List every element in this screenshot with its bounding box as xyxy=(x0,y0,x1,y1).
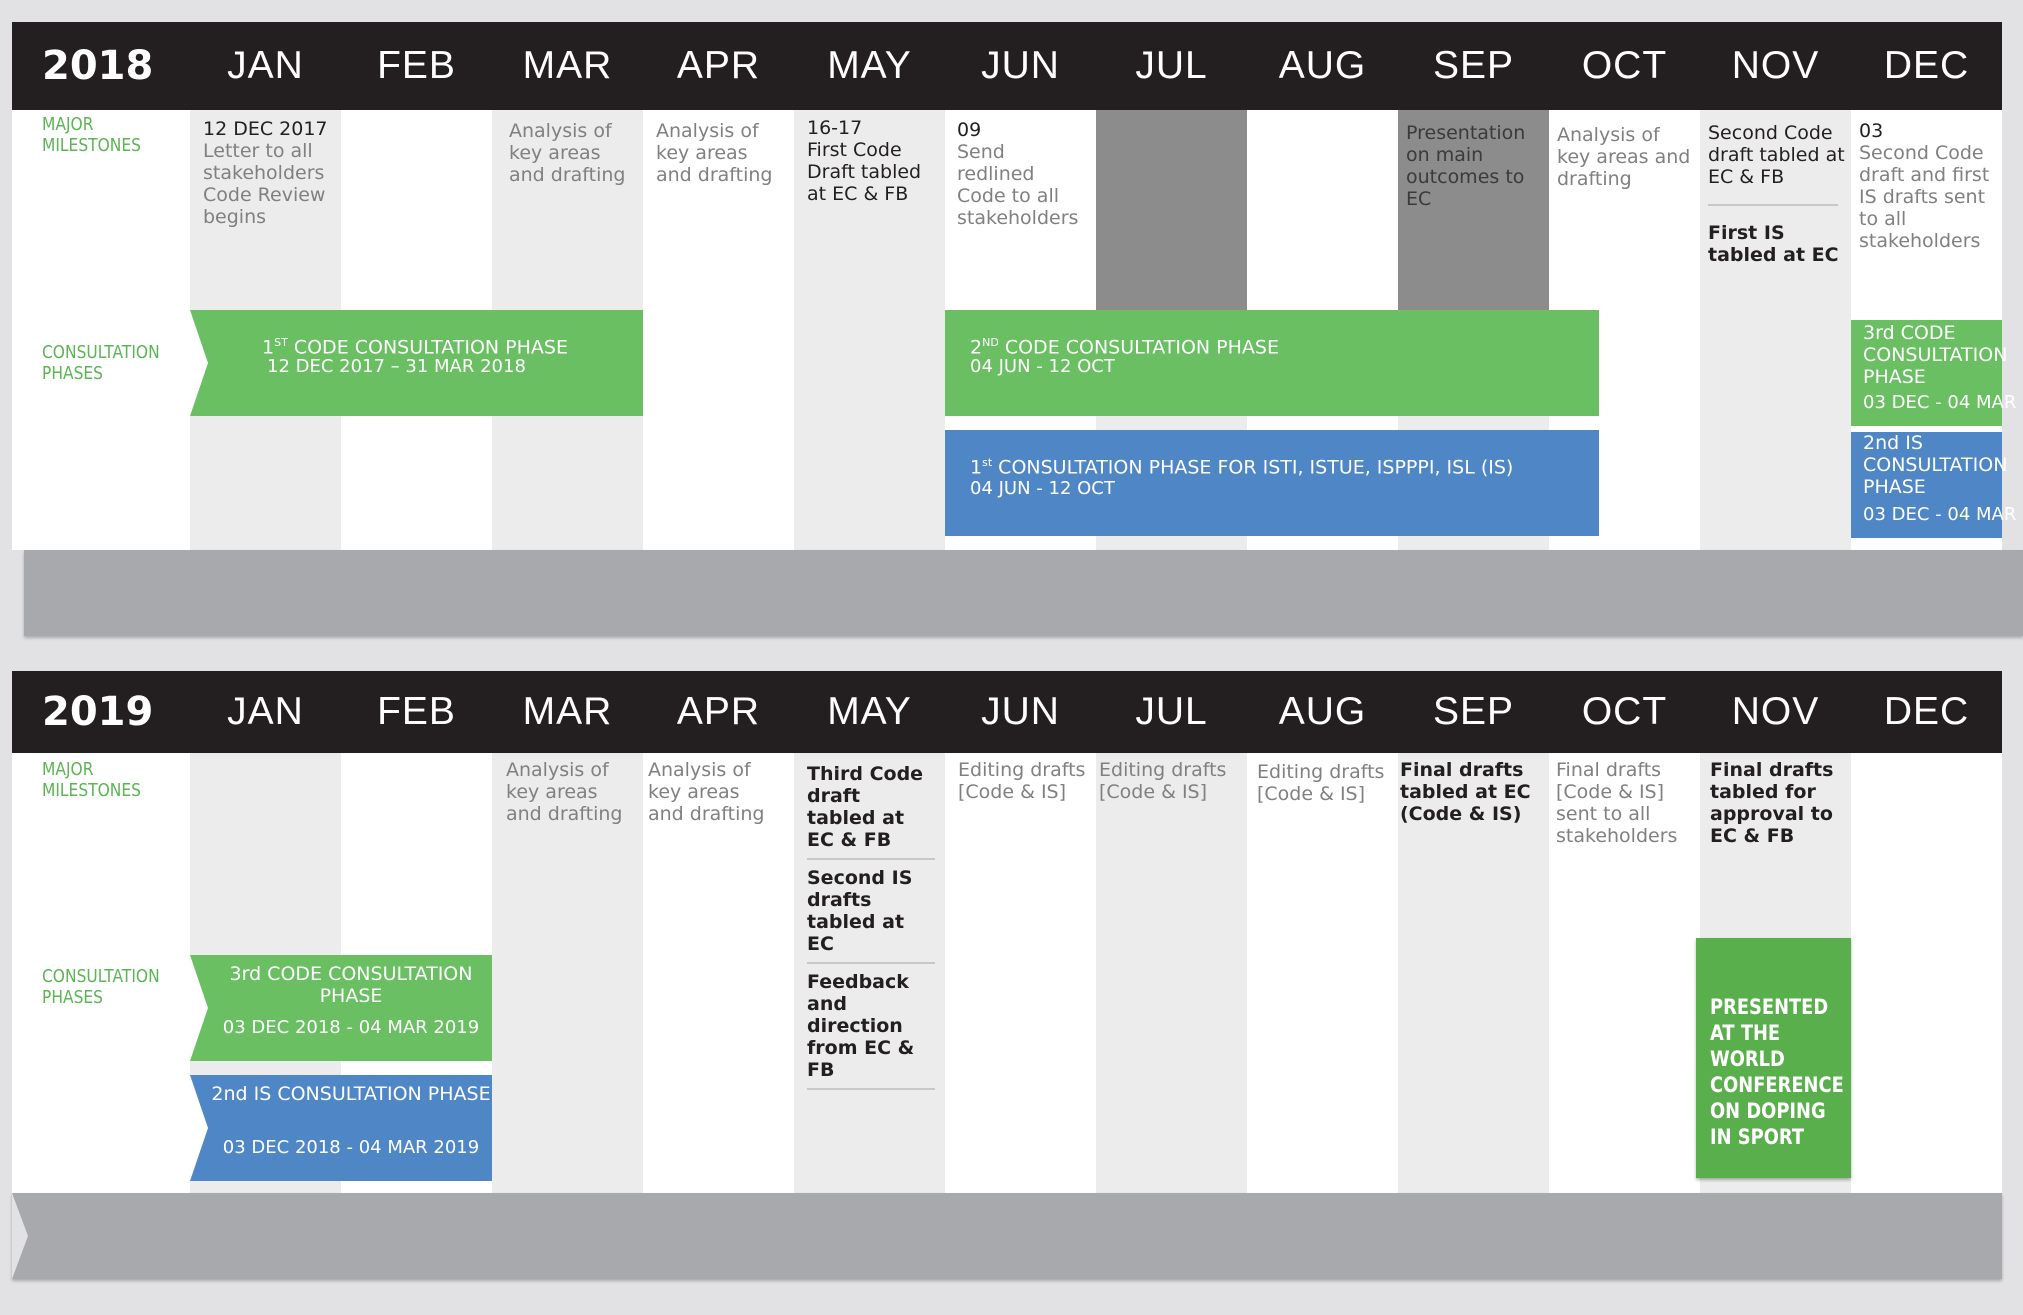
milestone-apr: Analysis of key areas and drafting xyxy=(648,759,765,825)
phase-is-2-dates: 03 DEC 2018 - 04 MAR 2019 xyxy=(222,1137,480,1158)
phase-code-1: 1ST CODE CONSULTATION PHASE 12 DEC 2017 … xyxy=(190,310,643,416)
month-dec: DEC xyxy=(1883,44,1970,87)
milestone-may: Third Code draft tabled at EC & FB Secon… xyxy=(807,763,935,1097)
milestone-mar: Analysis of key areas and drafting xyxy=(506,759,623,825)
month-feb: FEB xyxy=(377,690,456,733)
milestone-may: 16-17 First Code Draft tabled at EC & FB xyxy=(807,117,922,205)
milestone-oct: Analysis of key areas and drafting xyxy=(1557,124,1691,190)
major-milestones-label: MAJOR MILESTONES xyxy=(42,759,141,801)
consultation-phases-label: CONSULTATION PHASES xyxy=(42,342,160,384)
milestone-oct: Final drafts [Code & IS] sent to all sta… xyxy=(1556,759,1678,847)
milestone-mar: Analysis of key areas and drafting xyxy=(509,120,626,186)
phase-is-1-title: 1st CONSULTATION PHASE FOR ISTI, ISTUE, … xyxy=(970,456,1514,479)
month-jul: JUL xyxy=(1135,690,1208,733)
phase-is-1: 1st CONSULTATION PHASE FOR ISTI, ISTUE, … xyxy=(945,430,1599,536)
milestone-sep: Final drafts tabled at EC (Code & IS) xyxy=(1400,759,1531,825)
timeline-2019: 2019 JAN FEB MAR APR MAY JUN JUL AUG SEP… xyxy=(12,671,2002,1193)
phase-is-2-dates: 03 DEC - 04 MAR xyxy=(1863,504,2017,525)
chevron-notch xyxy=(190,955,208,1061)
milestone-divider xyxy=(1708,204,1838,206)
phase-code-3-title: 3rd CODE CONSULTATION PHASE xyxy=(229,963,473,1007)
phase-is-2: 2nd IS CONSULTATION PHASE 03 DEC 2018 - … xyxy=(190,1075,492,1181)
header-bar-2018: 2018 JAN FEB MAR APR MAY JUN JUL AUG SEP… xyxy=(12,22,2002,110)
milestone-apr: Analysis of key areas and drafting xyxy=(656,120,773,186)
stripe-jul-dark xyxy=(1096,110,1247,310)
year-label: 2019 xyxy=(42,689,154,735)
milestone-divider xyxy=(807,1088,935,1090)
phase-code-1-dates: 12 DEC 2017 – 31 MAR 2018 xyxy=(267,356,526,377)
stripe-jul xyxy=(1096,753,1247,1193)
phase-is-2-title: 2nd IS CONSULTATION PHASE xyxy=(211,1083,491,1105)
milestone-aug: Editing drafts [Code & IS] xyxy=(1257,761,1385,805)
milestone-sep: Presentation on main outcomes to EC xyxy=(1406,122,1526,210)
month-jul: JUL xyxy=(1135,44,1208,87)
month-mar: MAR xyxy=(522,690,613,733)
month-aug: AUG xyxy=(1278,44,1367,87)
milestone-divider xyxy=(807,858,935,860)
phase-code-2-title: 2ND CODE CONSULTATION PHASE xyxy=(970,336,1279,359)
month-sep: SEP xyxy=(1432,44,1515,87)
milestone-jun: Editing drafts [Code & IS] xyxy=(958,759,1086,803)
phase-code-3: 3rd CODE CONSULTATION PHASE 03 DEC 2018 … xyxy=(190,955,492,1061)
band-notch xyxy=(12,1193,28,1279)
header-bar-2019: 2019 JAN FEB MAR APR MAY JUN JUL AUG SEP… xyxy=(12,671,2002,753)
phase-code-2-dates: 04 JUN - 12 OCT xyxy=(970,356,1115,377)
phase-code-3-title: 3rd CODE CONSULTATION PHASE xyxy=(1863,322,2008,388)
chevron-notch xyxy=(190,310,208,416)
month-nov: NOV xyxy=(1731,690,1820,733)
month-dec: DEC xyxy=(1883,690,1970,733)
milestone-nov: Final drafts tabled for approval to EC &… xyxy=(1710,759,1834,847)
band-2018 xyxy=(24,550,2023,636)
month-apr: APR xyxy=(676,690,761,733)
month-may: MAY xyxy=(827,44,912,87)
phase-code-1-title: 1ST CODE CONSULTATION PHASE xyxy=(262,336,568,359)
month-apr: APR xyxy=(676,44,761,87)
month-oct: OCT xyxy=(1581,690,1668,733)
month-oct: OCT xyxy=(1581,44,1668,87)
phase-code-2: 2ND CODE CONSULTATION PHASE 04 JUN - 12 … xyxy=(945,310,1599,416)
month-jun: JUN xyxy=(981,690,1060,733)
month-jan: JAN xyxy=(227,690,304,733)
phase-is-1-dates: 04 JUN - 12 OCT xyxy=(970,478,1115,499)
major-milestones-label: MAJOR MILESTONES xyxy=(42,114,141,156)
milestone-jul: Editing drafts [Code & IS] xyxy=(1099,759,1227,803)
month-may: MAY xyxy=(827,690,912,733)
month-jan: JAN xyxy=(227,44,304,87)
month-nov: NOV xyxy=(1731,44,1820,87)
month-mar: MAR xyxy=(522,44,613,87)
timeline-2018: 2018 JAN FEB MAR APR MAY JUN JUL AUG SEP… xyxy=(12,22,2016,550)
month-sep: SEP xyxy=(1432,690,1515,733)
chevron-notch xyxy=(190,1075,208,1181)
milestone-dec: 03 Second Code draft and first IS drafts… xyxy=(1859,120,1990,252)
phase-code-3-dates: 03 DEC - 04 MAR xyxy=(1863,392,2017,413)
month-jun: JUN xyxy=(981,44,1060,87)
milestone-divider xyxy=(807,962,935,964)
conference-box: PRESENTED AT THE WORLD CONFERENCE ON DOP… xyxy=(1696,938,1851,1178)
month-feb: FEB xyxy=(377,44,456,87)
month-aug: AUG xyxy=(1278,690,1367,733)
milestone-jun: 09 Send redlined Code to all stakeholder… xyxy=(957,119,1079,229)
milestone-nov: Second Code draft tabled at EC & FB Firs… xyxy=(1708,122,1845,266)
phase-is-2-title: 2nd IS CONSULTATION PHASE xyxy=(1863,432,2008,498)
phase-code-3: 3rd CODE CONSULTATION PHASE 03 DEC - 04 … xyxy=(1851,320,2016,426)
band-2019 xyxy=(12,1193,2002,1279)
year-label: 2018 xyxy=(42,43,154,89)
phase-is-2: 2nd IS CONSULTATION PHASE 03 DEC - 04 MA… xyxy=(1851,432,2016,538)
milestone-jan: 12 DEC 2017 Letter to all stakeholders C… xyxy=(203,118,328,228)
phase-code-3-dates: 03 DEC 2018 - 04 MAR 2019 xyxy=(222,1017,480,1038)
consultation-phases-label: CONSULTATION PHASES xyxy=(42,966,160,1008)
